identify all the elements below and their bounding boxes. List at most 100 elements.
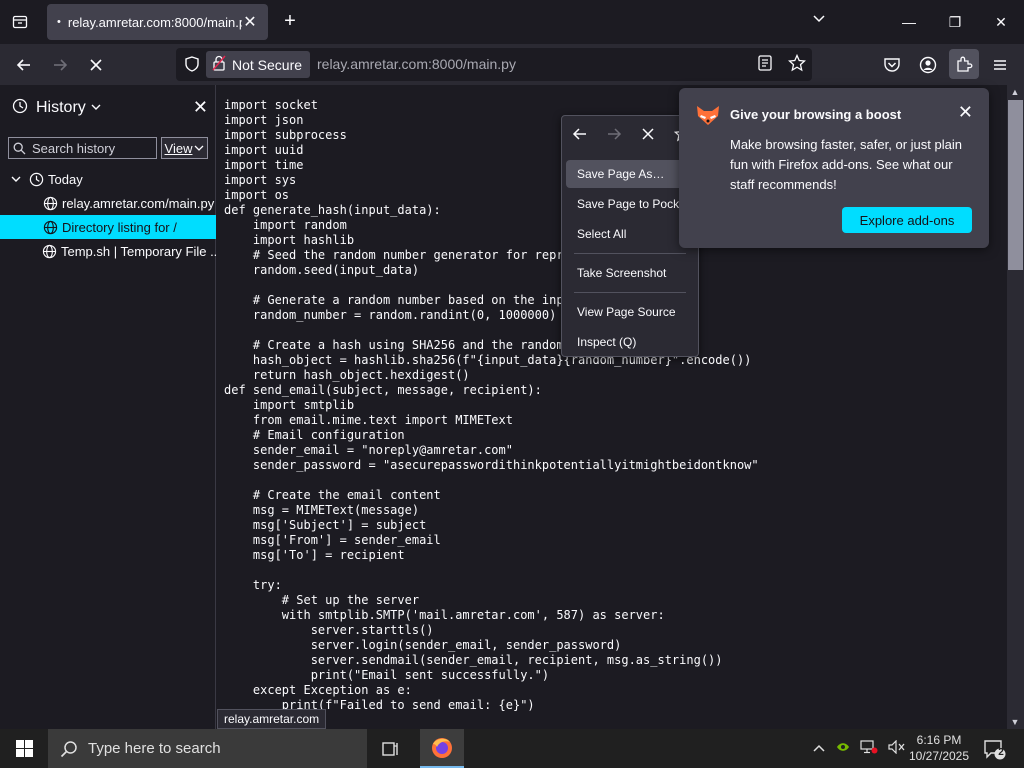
tab-main-py[interactable]: • relay.amretar.com:8000/main.py ✕: [47, 4, 268, 40]
menu-item-take-screenshot[interactable]: Take Screenshot: [566, 259, 695, 287]
firefox-taskbar-button[interactable]: [420, 729, 464, 768]
history-item-label: Directory listing for /: [62, 219, 177, 235]
url-path: :8000/main.py: [428, 56, 516, 72]
twisty-chevron-icon: [8, 171, 24, 187]
network-icon[interactable]: [860, 740, 878, 757]
history-item[interactable]: Directory listing for /: [0, 215, 216, 239]
code-line: print("Email sent successfully."): [224, 668, 550, 682]
insecure-lock-icon: [212, 55, 226, 74]
code-line: import smtplib: [224, 398, 355, 412]
tab-list-icon: [12, 15, 28, 29]
scrollbar-thumb[interactable]: [1008, 100, 1023, 270]
bookmark-star-icon[interactable]: [787, 53, 807, 77]
clock-time: 6:16 PM: [916, 733, 962, 747]
history-item[interactable]: relay.amretar.com/main.py: [0, 191, 216, 215]
code-line: with smtplib.SMTP('mail.amretar.com', 58…: [224, 608, 665, 622]
account-button[interactable]: [915, 52, 941, 78]
group-label: Today: [48, 171, 83, 187]
hamburger-menu-icon: [994, 60, 1006, 70]
history-item-label: relay.amretar.com/main.py: [62, 195, 215, 211]
context-nav-row: [570, 125, 692, 147]
vertical-scrollbar[interactable]: ▲ ▼: [1007, 85, 1024, 729]
globe-icon: [42, 195, 58, 211]
menu-item-save-page-as[interactable]: Save Page As…: [566, 160, 695, 188]
action-center-button[interactable]: 2: [982, 737, 1006, 761]
code-line: return hash_object.hexdigest(): [224, 368, 470, 382]
code-line: server.sendmail(sender_email, recipient,…: [224, 653, 723, 667]
minimize-button[interactable]: —: [886, 0, 932, 44]
task-view-button[interactable]: [375, 737, 407, 761]
history-search-input[interactable]: Search history: [8, 137, 157, 159]
forward-arrow-icon: [54, 59, 68, 71]
panel-close-icon[interactable]: ✕: [958, 102, 973, 123]
window-controls: — ❐ ✕: [886, 0, 1024, 44]
context-stop-icon[interactable]: [638, 127, 658, 146]
sidebar-title[interactable]: History: [36, 99, 86, 117]
forward-button[interactable]: [47, 52, 73, 78]
pocket-button[interactable]: [879, 52, 905, 78]
sidebar-close-icon[interactable]: ✕: [193, 97, 208, 118]
show-hidden-icons-chevron-icon[interactable]: [812, 742, 826, 756]
start-button[interactable]: [0, 729, 48, 768]
context-back-icon[interactable]: [570, 126, 590, 147]
loading-icon: •: [57, 16, 61, 28]
code-line: # Email configuration: [224, 428, 405, 442]
url-bar-icons: [756, 53, 807, 77]
tracking-protection-shield-icon[interactable]: [184, 56, 200, 77]
code-line: server.login(sender_email, sender_passwo…: [224, 638, 622, 652]
sidebar-header: History ✕: [12, 97, 208, 119]
nvidia-icon[interactable]: [836, 741, 850, 756]
menu-separator: [574, 253, 686, 254]
clock-date: 10/27/2025: [908, 749, 970, 763]
not-secure-indicator[interactable]: Not Secure: [206, 51, 311, 78]
history-group-today[interactable]: Today: [0, 167, 216, 191]
taskbar-search-box[interactable]: Type here to search: [48, 729, 367, 768]
search-placeholder: Search history: [32, 140, 116, 156]
scroll-down-arrow-icon[interactable]: ▼: [1010, 717, 1020, 727]
url-bar[interactable]: Not Secure relay.amretar.com:8000/main.p…: [176, 48, 812, 81]
app-menu-button[interactable]: [987, 52, 1013, 78]
extensions-button[interactable]: [949, 49, 979, 79]
menu-item-view-page-source[interactable]: View Page Source: [566, 298, 695, 326]
code-line: sender_email = "noreply@amretar.com": [224, 443, 513, 457]
code-line: except Exception as e:: [224, 683, 412, 697]
menu-item-inspect[interactable]: Inspect (Q): [566, 328, 695, 356]
taskbar-clock[interactable]: 6:16 PM 10/27/2025: [904, 732, 974, 764]
window-close-button[interactable]: ✕: [978, 0, 1024, 44]
list-all-tabs-button[interactable]: [8, 10, 32, 34]
notification-count: 2: [998, 747, 1004, 758]
back-button[interactable]: [11, 52, 37, 78]
new-tab-button[interactable]: +: [280, 11, 300, 32]
code-line: server.starttls(): [224, 623, 434, 637]
history-sidebar: History ✕ Search history View Today rela…: [0, 85, 216, 729]
reader-view-icon[interactable]: [756, 54, 774, 77]
sidebar-switcher-chevron-icon[interactable]: [91, 102, 101, 115]
scroll-up-arrow-icon[interactable]: ▲: [1010, 87, 1020, 97]
code-line: # Create the email content: [224, 488, 441, 502]
firefox-fox-icon: [695, 104, 721, 131]
task-view-icon: [382, 742, 398, 756]
panel-message: Make browsing faster, safer, or just pla…: [730, 137, 962, 192]
context-forward-icon[interactable]: [604, 126, 624, 147]
code-line: sender_password = "asecurepasswordithink…: [224, 458, 759, 472]
code-line: # Set up the server: [224, 593, 420, 607]
maximize-button[interactable]: ❐: [932, 0, 978, 44]
tab-overflow-chevron-icon[interactable]: [812, 12, 826, 31]
taskbar-search-placeholder: Type here to search: [88, 740, 221, 757]
view-dropdown-button[interactable]: View: [161, 137, 208, 159]
tab-strip: • relay.amretar.com:8000/main.py ✕ + — ❐…: [0, 0, 1024, 44]
menu-separator: [574, 292, 686, 293]
history-item[interactable]: Temp.sh | Temporary File ...: [0, 239, 216, 263]
menu-item-save-to-pocket[interactable]: Save Page to Pocket: [566, 190, 695, 218]
explore-addons-button[interactable]: Explore add-ons: [842, 207, 972, 233]
url-text[interactable]: relay.amretar.com:8000/main.py: [317, 56, 516, 72]
stop-button[interactable]: [83, 52, 109, 78]
navigation-toolbar: Not Secure relay.amretar.com:8000/main.p…: [0, 44, 1024, 85]
code-line: msg['To'] = recipient: [224, 548, 405, 562]
tab-close-icon[interactable]: ✕: [242, 12, 258, 32]
account-icon: [919, 56, 937, 74]
code-line: msg['From'] = sender_email: [224, 533, 441, 547]
menu-item-select-all[interactable]: Select All: [566, 220, 695, 248]
